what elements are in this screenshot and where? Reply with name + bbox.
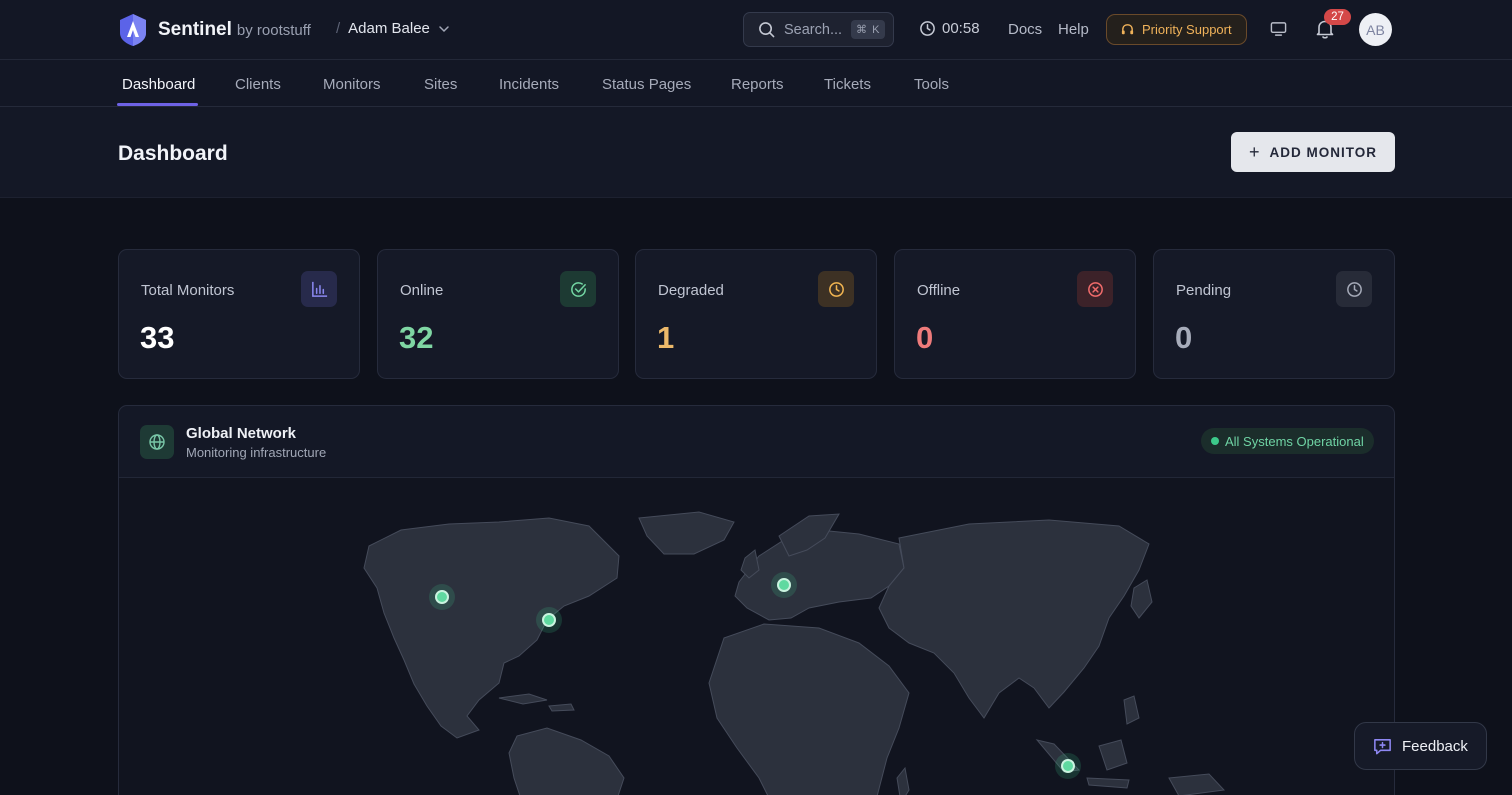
search-icon xyxy=(759,22,775,38)
map-indonesia-borneo xyxy=(1098,739,1128,771)
stat-card-degraded[interactable]: Degraded 1 xyxy=(635,249,877,379)
clock-icon xyxy=(920,21,935,36)
world-map[interactable] xyxy=(119,478,1394,795)
tab-clients[interactable]: Clients xyxy=(235,76,281,93)
stat-label: Offline xyxy=(917,282,961,299)
map-south-america xyxy=(508,727,625,795)
display-icon[interactable] xyxy=(1270,21,1287,37)
map-indonesia-java xyxy=(1086,777,1130,789)
map-africa xyxy=(708,623,910,795)
map-philippines xyxy=(1123,695,1140,725)
stat-card-pending[interactable]: Pending 0 xyxy=(1153,249,1395,379)
status-dot xyxy=(1211,437,1219,445)
session-timer: 00:58 xyxy=(919,20,980,37)
panel-subtitle: Monitoring infrastructure xyxy=(186,445,327,460)
map-node-marker xyxy=(542,613,556,627)
headset-icon xyxy=(1121,24,1134,35)
tab-monitors[interactable]: Monitors xyxy=(323,76,381,93)
clock-icon xyxy=(1336,271,1372,307)
main-nav: Dashboard Clients Monitors Sites Inciden… xyxy=(0,60,1512,107)
stat-label: Online xyxy=(400,282,444,299)
x-circle-icon xyxy=(1077,271,1113,307)
check-circle-icon xyxy=(560,271,596,307)
map-north-america xyxy=(363,517,620,739)
plus-icon: + xyxy=(1248,141,1261,162)
status-text: All Systems Operational xyxy=(1225,433,1364,449)
search-placeholder: Search... xyxy=(784,21,843,38)
feedback-button[interactable]: Feedback xyxy=(1354,722,1487,770)
map-cuba xyxy=(498,693,548,705)
sentinel-logo-icon xyxy=(120,14,146,46)
stat-card-online[interactable]: Online 32 xyxy=(377,249,619,379)
tab-reports[interactable]: Reports xyxy=(731,76,784,93)
stat-value: 33 xyxy=(140,320,175,355)
stat-label: Total Monitors xyxy=(141,282,235,299)
add-monitor-label: ADD MONITOR xyxy=(1269,144,1377,160)
add-monitor-button[interactable]: + ADD MONITOR xyxy=(1231,132,1395,172)
map-madagascar xyxy=(896,766,910,795)
stat-card-total[interactable]: Total Monitors 33 xyxy=(118,249,360,379)
tab-sites[interactable]: Sites xyxy=(424,76,457,93)
world-map-graphic xyxy=(363,511,1226,795)
tab-dashboard[interactable]: Dashboard xyxy=(122,76,195,93)
brand-by: by rootstuff xyxy=(236,21,311,39)
map-greenland xyxy=(638,511,735,555)
clock-icon xyxy=(818,271,854,307)
stat-card-offline[interactable]: Offline 0 xyxy=(894,249,1136,379)
tab-tickets[interactable]: Tickets xyxy=(824,76,871,93)
map-node-marker xyxy=(777,578,791,592)
search-button[interactable]: Search... ⌘ K xyxy=(743,12,894,47)
help-link[interactable]: Help xyxy=(1058,21,1089,38)
breadcrumb-user: Adam Balee xyxy=(348,20,430,37)
message-plus-icon xyxy=(1374,738,1391,754)
panel-header: Global Network Monitoring infrastructure… xyxy=(119,406,1394,478)
map-node-marker xyxy=(435,590,449,604)
map-japan xyxy=(1130,579,1153,619)
tab-status-pages[interactable]: Status Pages xyxy=(602,76,691,93)
map-europe xyxy=(734,529,905,621)
map-asia xyxy=(878,519,1150,719)
page-header: Dashboard + ADD MONITOR xyxy=(0,107,1512,198)
active-tab-indicator xyxy=(117,103,198,106)
globe-icon xyxy=(140,425,174,459)
priority-support-label: Priority Support xyxy=(1142,22,1232,37)
tab-tools[interactable]: Tools xyxy=(914,76,949,93)
map-hispaniola xyxy=(548,703,575,712)
bar-chart-icon xyxy=(301,271,337,307)
breadcrumb[interactable]: / Adam Balee xyxy=(336,20,450,37)
stat-value: 0 xyxy=(916,320,934,355)
status-badge: All Systems Operational xyxy=(1201,428,1374,454)
priority-support-button[interactable]: Priority Support xyxy=(1106,14,1247,45)
stat-value: 0 xyxy=(1175,320,1193,355)
map-new-guinea xyxy=(1168,773,1226,795)
brand-name: Sentinel xyxy=(158,19,232,40)
brand[interactable]: Sentinel by rootstuff xyxy=(118,13,311,47)
global-network-panel: Global Network Monitoring infrastructure… xyxy=(118,405,1395,795)
feedback-label: Feedback xyxy=(1402,737,1468,755)
breadcrumb-separator: / xyxy=(336,20,341,37)
timer-value: 00:58 xyxy=(942,20,980,37)
stat-label: Degraded xyxy=(658,282,724,299)
user-avatar[interactable]: AB xyxy=(1359,13,1392,46)
top-bar: Sentinel by rootstuff / Adam Balee Searc… xyxy=(0,0,1512,60)
stat-value: 1 xyxy=(657,320,675,355)
map-node-marker xyxy=(1061,759,1075,773)
chevron-down-icon xyxy=(439,25,449,32)
stat-label: Pending xyxy=(1176,282,1232,299)
docs-link[interactable]: Docs xyxy=(1008,21,1042,38)
notification-badge: 27 xyxy=(1324,9,1351,25)
tab-incidents[interactable]: Incidents xyxy=(499,76,559,93)
search-shortcut: ⌘ K xyxy=(851,20,886,39)
page-title: Dashboard xyxy=(118,142,228,165)
panel-title: Global Network xyxy=(186,425,297,442)
stat-value: 32 xyxy=(399,320,434,355)
